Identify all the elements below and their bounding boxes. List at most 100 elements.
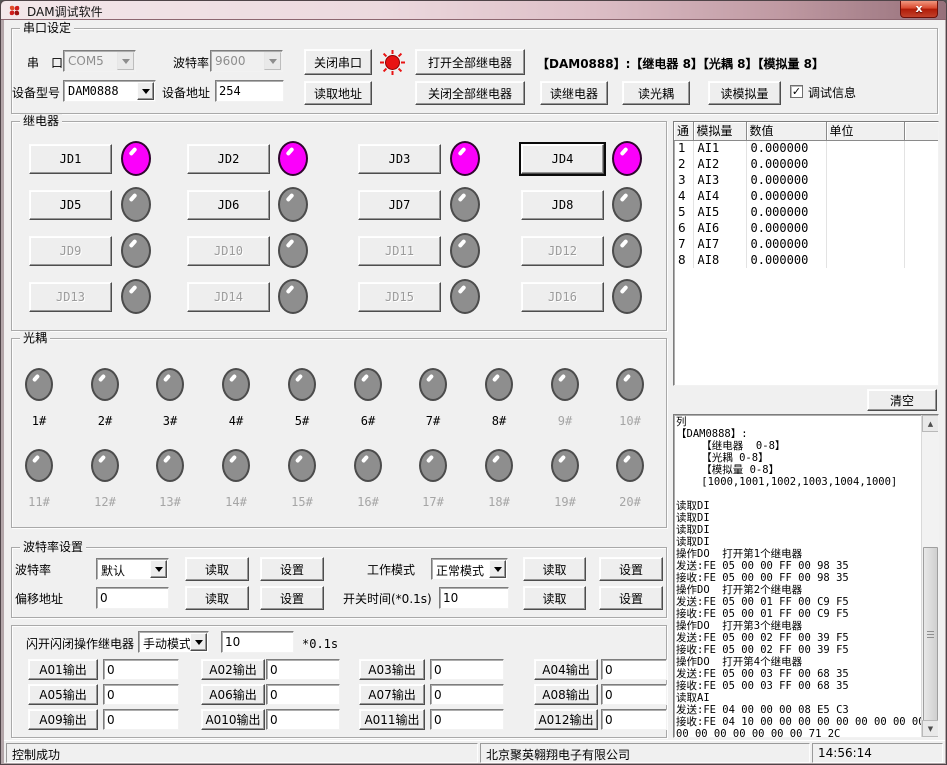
read-relays-button[interactable]: 读继电器 bbox=[540, 81, 608, 105]
baud-set-button[interactable]: 设置 bbox=[260, 557, 324, 581]
output-value-input-A07[interactable] bbox=[430, 684, 504, 705]
output-button-A02[interactable]: A02输出 bbox=[201, 659, 265, 680]
scroll-up-icon[interactable]: ▲ bbox=[922, 415, 939, 432]
workmode-set-button[interactable]: 设置 bbox=[599, 557, 663, 581]
analog-cell-r2-c1: AI3 bbox=[693, 172, 746, 188]
analog-cell-r1-c0: 2 bbox=[674, 156, 693, 172]
output-value-input-A06[interactable] bbox=[266, 684, 340, 705]
relay-button-jd2[interactable]: JD2 bbox=[187, 144, 270, 174]
relay-button-jd7[interactable]: JD7 bbox=[358, 190, 441, 220]
workmode-read-button[interactable]: 读取 bbox=[523, 557, 586, 581]
close-all-relays-button[interactable]: 关闭全部继电器 bbox=[415, 81, 525, 105]
output-button-A012[interactable]: A012输出 bbox=[534, 709, 598, 730]
output-button-A09[interactable]: A09输出 bbox=[28, 709, 98, 730]
analog-cell-r3-c1: AI4 bbox=[693, 188, 746, 204]
output-value-input-A012[interactable] bbox=[601, 709, 667, 730]
dropdown-arrow-icon[interactable] bbox=[150, 560, 167, 578]
clear-log-button[interactable]: 清空 bbox=[867, 389, 937, 411]
log-scrollbar[interactable]: ▲ ▼ bbox=[921, 415, 938, 737]
relay-button-jd8[interactable]: JD8 bbox=[521, 190, 604, 220]
flash-mode-combobox[interactable]: 手动模式 bbox=[138, 631, 209, 653]
output-button-A011[interactable]: A011输出 bbox=[359, 709, 425, 730]
model-combobox[interactable]: DAM0888 bbox=[63, 80, 156, 102]
log-box[interactable]: 列 【DAM0888】: 【继电器 0-8】 【光耦 0-8】 【模拟量 0-8… bbox=[673, 414, 939, 738]
analog-cell-r4-c1: AI5 bbox=[693, 204, 746, 220]
read-address-button[interactable]: 读取地址 bbox=[304, 81, 372, 105]
dropdown-arrow-icon[interactable] bbox=[190, 633, 207, 651]
output-value-input-A05[interactable] bbox=[103, 684, 179, 705]
opto-indicator-8 bbox=[485, 368, 513, 401]
output-button-A04[interactable]: A04输出 bbox=[534, 659, 598, 680]
analog-cell-r4-c2: 0.000000 bbox=[746, 204, 826, 220]
analog-col-header-3[interactable]: 单位 bbox=[826, 122, 904, 140]
relay-indicator-jd1-on bbox=[121, 141, 151, 176]
output-button-A010[interactable]: A010输出 bbox=[201, 709, 265, 730]
analog-table-header: 通模拟量数值单位 bbox=[674, 122, 938, 140]
output-value-input-A09[interactable] bbox=[103, 709, 179, 730]
scrollbar-thumb[interactable] bbox=[923, 547, 938, 722]
analog-cell-r6-c1: AI7 bbox=[693, 236, 746, 252]
output-value-input-A04[interactable] bbox=[601, 659, 667, 680]
scroll-down-icon[interactable]: ▼ bbox=[922, 720, 939, 737]
open-all-relays-button[interactable]: 打开全部继电器 bbox=[415, 49, 525, 75]
analog-cell-r5-c2: 0.000000 bbox=[746, 220, 826, 236]
title-bar: DAM调试软件 x bbox=[1, 1, 947, 20]
switchtime-set-button[interactable]: 设置 bbox=[599, 586, 663, 610]
relay-indicator-jd2-on bbox=[278, 141, 308, 176]
switchtime-read-button[interactable]: 读取 bbox=[523, 586, 586, 610]
window-title: DAM调试软件 bbox=[27, 3, 103, 20]
opto-indicator-4 bbox=[222, 368, 250, 401]
analog-col-header-2[interactable]: 数值 bbox=[746, 122, 826, 140]
offset-read-button[interactable]: 读取 bbox=[185, 586, 249, 610]
relay-button-jd16: JD16 bbox=[521, 282, 604, 312]
analog-cell-r1-c1: AI2 bbox=[693, 156, 746, 172]
analog-cell-r7-c4 bbox=[904, 252, 938, 268]
relay-button-jd4[interactable]: JD4 bbox=[521, 144, 604, 174]
log-text: 列 【DAM0888】: 【继电器 0-8】 【光耦 0-8】 【模拟量 0-8… bbox=[676, 416, 925, 738]
output-value-input-A01[interactable] bbox=[103, 659, 179, 680]
device-address-input[interactable] bbox=[215, 80, 284, 102]
flash-time-input[interactable] bbox=[221, 631, 294, 653]
output-value-input-A02[interactable] bbox=[266, 659, 340, 680]
dropdown-arrow-icon[interactable] bbox=[489, 560, 506, 578]
output-button-A08[interactable]: A08输出 bbox=[534, 684, 598, 705]
output-value-input-A08[interactable] bbox=[601, 684, 667, 705]
output-button-A03[interactable]: A03输出 bbox=[359, 659, 425, 680]
workmode-label: 工作模式 bbox=[367, 563, 415, 577]
output-value-input-A010[interactable] bbox=[266, 709, 340, 730]
opto-indicator-18 bbox=[485, 449, 513, 482]
output-button-A06[interactable]: A06输出 bbox=[201, 684, 265, 705]
output-button-A05[interactable]: A05输出 bbox=[28, 684, 98, 705]
output-value-input-A011[interactable] bbox=[430, 709, 504, 730]
analog-cell-r0-c4 bbox=[904, 140, 938, 156]
app-window: DAM调试软件 x 串口设定 串 口 COM5 波特率 9600 关闭串口 打开… bbox=[0, 0, 947, 765]
analog-col-header-0[interactable]: 通 bbox=[674, 122, 693, 140]
relay-button-jd1[interactable]: JD1 bbox=[29, 144, 112, 174]
close-button[interactable]: x bbox=[900, 1, 938, 18]
analog-cell-r6-c4 bbox=[904, 236, 938, 252]
baud-setting-combobox[interactable]: 默认 bbox=[96, 558, 169, 580]
relay-button-jd6[interactable]: JD6 bbox=[187, 190, 270, 220]
workmode-combobox[interactable]: 正常模式 bbox=[431, 558, 508, 580]
opto-indicator-9 bbox=[551, 368, 579, 401]
dropdown-arrow-icon bbox=[117, 52, 134, 70]
relay-button-jd3[interactable]: JD3 bbox=[358, 144, 441, 174]
baud-read-button[interactable]: 读取 bbox=[185, 557, 249, 581]
analog-col-header-1[interactable]: 模拟量 bbox=[693, 122, 746, 140]
read-opto-button[interactable]: 读光耦 bbox=[622, 81, 690, 105]
dropdown-arrow-icon[interactable] bbox=[137, 82, 154, 100]
relay-button-jd11: JD11 bbox=[358, 236, 441, 266]
opto-label-1: 1# bbox=[17, 414, 61, 428]
offset-address-input[interactable] bbox=[96, 587, 169, 609]
analog-col-header-4[interactable] bbox=[904, 122, 938, 140]
table-row: 5AI50.000000 bbox=[674, 204, 938, 220]
read-analog-button[interactable]: 读模拟量 bbox=[708, 81, 781, 105]
switch-time-input[interactable] bbox=[439, 587, 509, 609]
output-button-A07[interactable]: A07输出 bbox=[359, 684, 425, 705]
relay-button-jd5[interactable]: JD5 bbox=[29, 190, 112, 220]
debug-info-checkbox[interactable]: ✓ bbox=[790, 85, 803, 98]
close-port-button[interactable]: 关闭串口 bbox=[304, 49, 372, 75]
output-button-A01[interactable]: A01输出 bbox=[28, 659, 98, 680]
output-value-input-A03[interactable] bbox=[430, 659, 504, 680]
offset-set-button[interactable]: 设置 bbox=[260, 586, 324, 610]
